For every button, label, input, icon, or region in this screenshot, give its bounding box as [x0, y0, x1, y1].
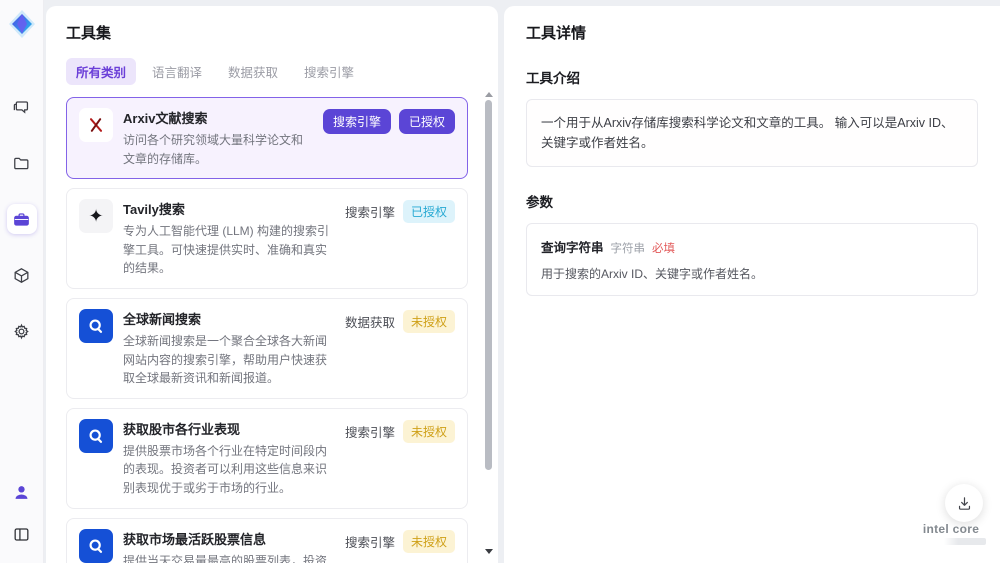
param-item: 查询字符串 字符串 必填 用于搜索的Arxiv ID、关键字或作者姓名。: [526, 223, 978, 296]
auth-status-badge: 未授权: [402, 529, 455, 553]
tool-card-body: Arxiv文献搜索 访问各个研究领域大量科学论文和文章的存储库。: [123, 108, 313, 168]
tool-desc: 访问各个研究领域大量科学论文和文章的存储库。: [123, 133, 304, 166]
chat-icon: [13, 100, 29, 114]
tool-card-global-news[interactable]: 全球新闻搜索 全球新闻搜索是一个聚合全球各大新闻网站内容的搜索引擎，帮助用户快速…: [66, 297, 468, 399]
tool-desc: 专为人工智能代理 (LLM) 构建的搜索引擎工具。可快速提供实时、准确和真实的结…: [123, 224, 330, 276]
brand-underline: [916, 538, 986, 545]
tab-all-categories[interactable]: 所有类别: [66, 58, 137, 85]
tool-desc: 提供当天交易量最高的股票列表，投资者可以利用这些信息来识别流动性强的股票和潜在的…: [123, 553, 328, 563]
sidebar-item-models[interactable]: [7, 260, 37, 290]
tool-name: Tavily搜索: [123, 202, 185, 218]
star-glyph: ✦: [88, 206, 104, 227]
scroll-up-icon[interactable]: [485, 92, 493, 97]
collapse-sidebar-button[interactable]: [7, 519, 37, 549]
tool-card-most-active-stocks[interactable]: 获取市场最活跃股票信息 提供当天交易量最高的股票列表，投资者可以利用这些信息来识…: [66, 517, 468, 563]
param-name: 查询字符串: [541, 241, 604, 255]
tool-card-arxiv[interactable]: Arxiv文献搜索 访问各个研究领域大量科学论文和文章的存储库。 搜索引擎 已授…: [66, 97, 468, 180]
app-logo-icon: [8, 10, 35, 38]
tool-desc: 提供股票市场各个行业在特定时间段内的表现。投资者可以利用这些信息来识别表现优于或…: [123, 443, 328, 495]
tab-data-fetching[interactable]: 数据获取: [218, 58, 288, 85]
category-label: 搜索引擎: [344, 206, 395, 221]
sidebar-item-files[interactable]: [7, 148, 37, 178]
folder-icon: [14, 157, 29, 169]
user-avatar[interactable]: [7, 477, 37, 507]
briefcase-icon: [14, 212, 29, 226]
gear-icon: [14, 323, 29, 339]
tool-detail-panel: 工具详情 工具介绍 一个用于从Arxiv存储库搜索科学论文和文章的工具。 输入可…: [504, 6, 1000, 563]
brand-label: intel core: [922, 522, 980, 536]
tool-meta: 搜索引擎 已授权: [322, 109, 455, 134]
auth-status-badge: 已授权: [398, 109, 455, 134]
intro-text-box: 一个用于从Arxiv存储库搜索科学论文和文章的工具。 输入可以是Arxiv ID…: [526, 99, 978, 167]
brand-text: intel core: [916, 522, 986, 536]
detail-title: 工具详情: [526, 25, 587, 42]
param-type: 字符串: [610, 243, 646, 255]
param-desc: 用于搜索的Arxiv ID、关键字或作者姓名。: [541, 267, 764, 281]
download-button[interactable]: [945, 484, 983, 522]
user-icon: [15, 485, 28, 499]
arxiv-icon: [79, 108, 113, 142]
param-head: 查询字符串 字符串 必填: [541, 237, 963, 256]
tool-list-panel: 工具集 所有类别 语言翻译 数据获取 搜索引擎 Arxiv文献搜索 访问各个研究…: [46, 6, 498, 563]
category-label: 搜索引擎: [344, 425, 395, 440]
tavily-star-icon: ✦: [79, 199, 113, 234]
tool-card-body: Tavily搜索 专为人工智能代理 (LLM) 构建的搜索引擎工具。可快速提供实…: [123, 199, 335, 278]
panel-toggle-icon: [14, 527, 29, 541]
tool-card-tavily[interactable]: ✦ Tavily搜索 专为人工智能代理 (LLM) 构建的搜索引擎工具。可快速提…: [66, 188, 468, 289]
left-rail: [0, 0, 44, 563]
category-label: 搜索引擎: [344, 535, 395, 550]
tool-name: 获取市场最活跃股票信息: [123, 531, 267, 547]
sidebar-item-chat[interactable]: [7, 92, 37, 122]
params-heading: 参数: [526, 195, 553, 210]
intel-core-logo: intel core: [916, 522, 986, 545]
blue-search-icon: [79, 308, 113, 343]
tab-language-translation[interactable]: 语言翻译: [142, 58, 212, 85]
sidebar-item-tools[interactable]: [6, 204, 37, 234]
tool-meta: 搜索引擎 未授权: [344, 529, 455, 553]
intro-heading: 工具介绍: [526, 71, 580, 86]
tool-desc: 全球新闻搜索是一个聚合全球各大新闻网站内容的搜索引擎，帮助用户快速获取全球最新资…: [123, 333, 328, 386]
auth-status-badge: 未授权: [402, 419, 455, 443]
tool-meta: 数据获取 未授权: [344, 309, 455, 333]
auth-status-badge: 已授权: [402, 200, 455, 224]
tool-card-body: 全球新闻搜索 全球新闻搜索是一个聚合全球各大新闻网站内容的搜索引擎，帮助用户快速…: [123, 309, 335, 388]
sidebar-item-settings[interactable]: [7, 316, 37, 346]
tool-name: 全球新闻搜索: [123, 311, 202, 327]
blue-search-icon: [79, 528, 113, 563]
tool-card-body: 获取市场最活跃股票信息 提供当天交易量最高的股票列表，投资者可以利用这些信息来识…: [123, 529, 335, 563]
page-title: 工具集: [66, 25, 112, 42]
category-tabs: 所有类别 语言翻译 数据获取 搜索引擎: [66, 58, 480, 85]
tool-name: 获取股市各行业表现: [123, 421, 241, 437]
tab-search-engine[interactable]: 搜索引擎: [294, 58, 364, 85]
tool-card-sector-performance[interactable]: 获取股市各行业表现 提供股票市场各个行业在特定时间段内的表现。投资者可以利用这些…: [66, 407, 468, 509]
tool-card-body: 获取股市各行业表现 提供股票市场各个行业在特定时间段内的表现。投资者可以利用这些…: [123, 419, 335, 498]
tool-card-list: Arxiv文献搜索 访问各个研究领域大量科学论文和文章的存储库。 搜索引擎 已授…: [66, 97, 480, 563]
category-badge: 搜索引擎: [322, 109, 391, 134]
param-required-badge: 必填: [652, 243, 676, 255]
tool-meta: 搜索引擎 已授权: [344, 200, 455, 224]
tool-name: Arxiv文献搜索: [123, 111, 208, 126]
scroll-down-icon[interactable]: [485, 549, 493, 554]
blue-search-icon: [79, 418, 113, 453]
download-icon: [958, 496, 970, 510]
auth-status-badge: 未授权: [402, 309, 455, 333]
scrollbar-thumb[interactable]: [485, 100, 492, 470]
category-label: 数据获取: [344, 315, 395, 330]
cube-icon: [14, 267, 29, 283]
tool-meta: 搜索引擎 未授权: [344, 419, 455, 443]
list-scrollbar[interactable]: [484, 92, 494, 554]
